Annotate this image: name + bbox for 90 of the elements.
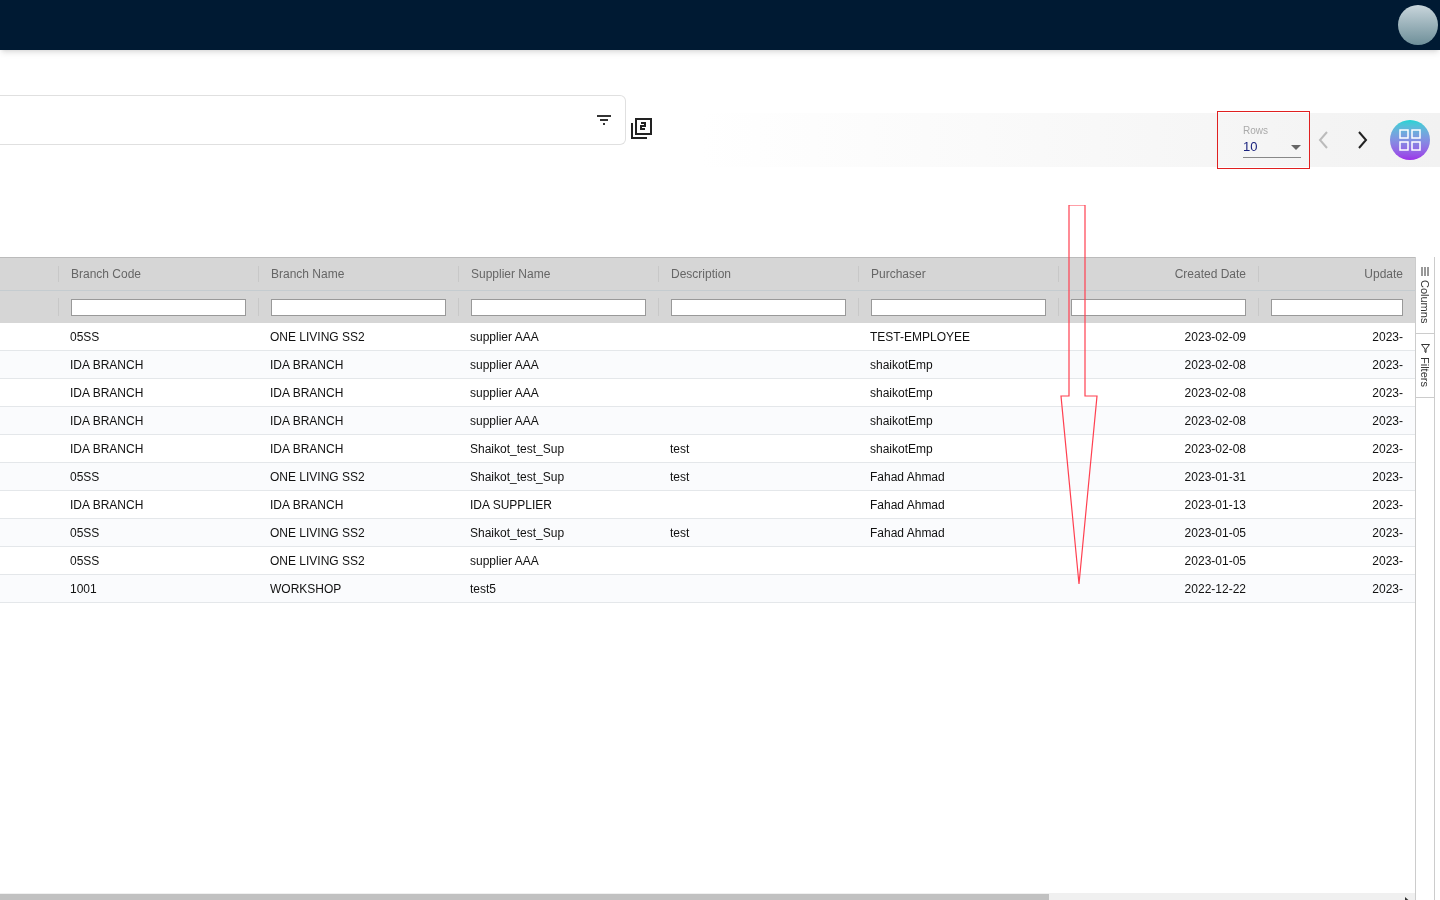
table-cell-text: ONE LIVING SS2 [270, 524, 365, 542]
column-filter-field[interactable] [1271, 298, 1403, 316]
table-cell-text: supplier AAA [470, 552, 539, 570]
table-cell-text: 2023- [1372, 552, 1403, 570]
rows-select[interactable]: 10 [1243, 137, 1301, 158]
stacked-pages-icon[interactable] [630, 118, 652, 140]
table-cell-text: IDA BRANCH [270, 496, 344, 514]
search-field[interactable] [0, 95, 626, 145]
table-cell-text: 2023-02-08 [1184, 384, 1246, 402]
table-cell-text: supplier AAA [470, 328, 539, 346]
table-cell-text: ONE LIVING SS2 [270, 468, 365, 486]
table-cell-text: 2023- [1372, 440, 1403, 458]
table-cell-text: 2023- [1372, 356, 1403, 374]
table-cell-text: Fahad Ahmad [870, 524, 945, 542]
table-cell-text: IDA SUPPLIER [470, 496, 553, 514]
table-cell-text: supplier AAA [470, 356, 539, 374]
table-cell-text: Shaikot_test_Sup [470, 440, 565, 458]
table-cell-text: IDA BRANCH [70, 384, 144, 402]
table-cell-text: shaikotEmp [870, 440, 933, 458]
table-cell-text: 2023-02-08 [1184, 412, 1246, 430]
column-filter-field[interactable] [671, 298, 846, 316]
column-header[interactable]: Update [1364, 265, 1403, 283]
column-filter-field[interactable] [1071, 298, 1246, 316]
column-filter-field[interactable] [871, 298, 1046, 316]
table-cell-text: 2023- [1372, 524, 1403, 542]
table-cell-text: shaikotEmp [870, 356, 933, 374]
table-cell-text: IDA BRANCH [70, 440, 144, 458]
chevron-left-icon[interactable] [1318, 131, 1328, 149]
table-cell-text: test [670, 468, 690, 486]
table-cell-text: IDA BRANCH [270, 412, 344, 430]
table-cell-text: WORKSHOP [270, 580, 342, 598]
table-cell-text: 05SS [70, 552, 100, 570]
table-cell-text: 2023- [1372, 580, 1403, 598]
table-cell-text: 2023-01-05 [1184, 552, 1246, 570]
table-cell-text: ONE LIVING SS2 [270, 328, 365, 346]
table-cell-text: Shaikot_test_Sup [470, 468, 565, 486]
column-filter-field[interactable] [271, 298, 446, 316]
table-cell-text: test5 [470, 580, 496, 598]
table-cell-text: Fahad Ahmad [870, 496, 945, 514]
table-cell-text: 2023-02-08 [1184, 440, 1246, 458]
table-cell-text: 1001 [70, 580, 97, 598]
rows-label: Rows [1243, 123, 1269, 138]
table-cell-text: IDA BRANCH [70, 496, 144, 514]
column-header[interactable]: Branch Code [71, 265, 142, 283]
table-cell-text: test [670, 440, 690, 458]
table-cell-text: 2023- [1372, 468, 1403, 486]
avatar[interactable] [1398, 5, 1438, 45]
table-cell-text: Fahad Ahmad [870, 468, 945, 486]
table-cell-text: 2023- [1372, 384, 1403, 402]
chevron-right-icon[interactable] [1358, 131, 1368, 149]
side-tab[interactable]: Columns [1416, 257, 1434, 335]
table-cell-text: TEST-EMPLOYEE [870, 328, 971, 346]
table-cell-text: shaikotEmp [870, 412, 933, 430]
table-cell-text: 05SS [70, 524, 100, 542]
table-cell-text: IDA BRANCH [70, 356, 144, 374]
table-cell-text: IDA BRANCH [270, 356, 344, 374]
table-cell-text: IDA BRANCH [70, 412, 144, 430]
column-header[interactable]: Supplier Name [471, 265, 551, 283]
table-cell-text: supplier AAA [470, 384, 539, 402]
grid-view-button[interactable] [1390, 120, 1430, 160]
column-filter-field[interactable] [71, 298, 246, 316]
table-cell-text: 2023-01-13 [1184, 496, 1246, 514]
caret-icon [1291, 144, 1301, 150]
columns-icon [1420, 267, 1430, 276]
table-cell-text: 2023-01-31 [1184, 468, 1246, 486]
table-cell-text: 05SS [70, 468, 100, 486]
column-filter-field[interactable] [471, 298, 646, 316]
table-cell-text: Shaikot_test_Sup [470, 524, 565, 542]
table-cell-text: 2023-02-09 [1184, 328, 1246, 346]
table-cell-text: 2022-12-22 [1184, 580, 1246, 598]
table-cell-text: IDA BRANCH [270, 440, 344, 458]
table-cell-text: 05SS [70, 328, 100, 346]
table-cell-text: 2023- [1372, 328, 1403, 346]
table-cell-text: test [670, 524, 690, 542]
column-header[interactable]: Created Date [1174, 265, 1246, 283]
table-cell-text: 2023-01-05 [1184, 524, 1246, 542]
grid-icon [1399, 129, 1421, 151]
table-cell-text: supplier AAA [470, 412, 539, 430]
table-cell-text: 2023-02-08 [1184, 356, 1246, 374]
column-header[interactable]: Description [671, 265, 732, 283]
table-cell-text: ONE LIVING SS2 [270, 552, 365, 570]
funnel-icon [1420, 344, 1430, 354]
column-header[interactable]: Branch Name [271, 265, 345, 283]
table-cell-text: shaikotEmp [870, 384, 933, 402]
filter-icon[interactable] [597, 115, 611, 125]
side-tab[interactable]: Filters [1416, 334, 1434, 399]
column-header[interactable]: Purchaser [871, 265, 926, 283]
table-cell-text: 2023- [1372, 496, 1403, 514]
table-cell-text: IDA BRANCH [270, 384, 344, 402]
table-cell-text: 2023- [1372, 412, 1403, 430]
